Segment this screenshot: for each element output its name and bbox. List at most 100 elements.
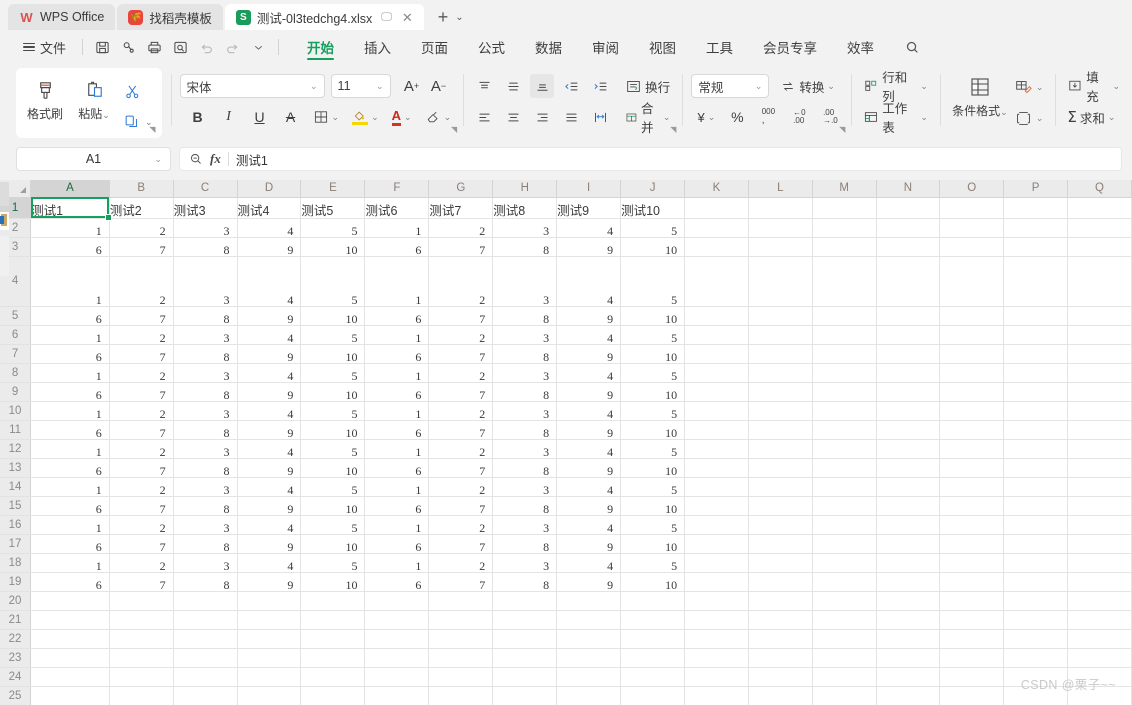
- cell-empty[interactable]: [876, 553, 941, 573]
- cell-D3[interactable]: 9: [237, 237, 302, 257]
- cell-G18[interactable]: 2: [428, 553, 494, 573]
- cell-empty[interactable]: [876, 667, 941, 687]
- cell-A3[interactable]: 6: [30, 237, 110, 257]
- cell-G13[interactable]: 7: [428, 458, 494, 478]
- cell-empty[interactable]: [1067, 572, 1132, 592]
- cell-C6[interactable]: 3: [173, 325, 238, 345]
- file-menu-button[interactable]: 文件: [14, 38, 75, 57]
- cell-B5[interactable]: 7: [109, 306, 174, 326]
- cell-empty[interactable]: [876, 420, 941, 440]
- row-header-12[interactable]: 12: [0, 439, 32, 459]
- cell-empty[interactable]: [939, 572, 1005, 592]
- cell-I10[interactable]: 4: [556, 401, 622, 421]
- cell-empty[interactable]: [812, 686, 877, 705]
- cell-F6[interactable]: 1: [364, 325, 430, 345]
- cell-I8[interactable]: 4: [556, 363, 622, 383]
- merge-cells-button[interactable]: 合并 ⌄: [622, 102, 673, 135]
- cell-F12[interactable]: 1: [364, 439, 430, 459]
- cell-F10[interactable]: 1: [364, 401, 430, 421]
- cell-empty[interactable]: [876, 648, 941, 668]
- cell-empty[interactable]: [1003, 401, 1068, 421]
- cell-F8[interactable]: 1: [364, 363, 430, 383]
- cell-empty[interactable]: [364, 629, 430, 649]
- cell-empty[interactable]: [428, 629, 494, 649]
- tab-insert[interactable]: 插入: [349, 32, 406, 62]
- cell-empty[interactable]: [364, 591, 430, 611]
- cell-A12[interactable]: 1: [30, 439, 110, 459]
- cell-A15[interactable]: 6: [30, 496, 110, 516]
- cell-empty[interactable]: [109, 686, 174, 705]
- cell-empty[interactable]: [876, 382, 941, 402]
- new-tab-icon[interactable]: +: [438, 8, 449, 26]
- cell-empty[interactable]: [684, 686, 749, 705]
- cell-empty[interactable]: [812, 401, 877, 421]
- cell-empty[interactable]: [939, 382, 1005, 402]
- cell-empty[interactable]: [364, 648, 430, 668]
- cell-empty[interactable]: [556, 610, 622, 630]
- chevron-down-icon[interactable]: ⌄: [154, 154, 162, 165]
- cell-C4[interactable]: 3: [173, 256, 238, 307]
- cell-C11[interactable]: 8: [173, 420, 238, 440]
- align-left-button[interactable]: [472, 105, 496, 129]
- cell-empty[interactable]: [684, 218, 749, 238]
- cell-I3[interactable]: 9: [556, 237, 622, 257]
- cell-empty[interactable]: [684, 610, 749, 630]
- spreadsheet-grid[interactable]: ABCDEFGHIJKLMNOPQ 1 测试1 测试2 测试3 测试4 测试5 测试6 测试7…: [0, 180, 1132, 705]
- cell-H18[interactable]: 3: [492, 553, 558, 573]
- cell-H6[interactable]: 3: [492, 325, 558, 345]
- cell-I2[interactable]: 4: [556, 218, 622, 238]
- left-edge-panel-stub[interactable]: [0, 180, 9, 300]
- cell-E4[interactable]: 5: [300, 256, 366, 307]
- cell-empty[interactable]: [428, 648, 494, 668]
- row-header-19[interactable]: 19: [0, 572, 32, 592]
- cell-J1[interactable]: 测试10: [620, 197, 686, 219]
- conditional-format-button[interactable]: 条件格式⌄: [949, 68, 1011, 119]
- cell-G11[interactable]: 7: [428, 420, 494, 440]
- cell-I4[interactable]: 4: [556, 256, 622, 307]
- tab-review[interactable]: 审阅: [577, 32, 634, 62]
- cell-E8[interactable]: 5: [300, 363, 366, 383]
- cell-B7[interactable]: 7: [109, 344, 174, 364]
- cell-F9[interactable]: 6: [364, 382, 430, 402]
- cell-empty[interactable]: [684, 515, 749, 535]
- tab-page[interactable]: 页面: [406, 32, 463, 62]
- cell-empty[interactable]: [1067, 218, 1132, 238]
- cell-empty[interactable]: [748, 553, 813, 573]
- cell-empty[interactable]: [1003, 256, 1068, 307]
- convert-button[interactable]: 转换 ⌄: [777, 74, 838, 98]
- cell-empty[interactable]: [173, 610, 238, 630]
- cell-D7[interactable]: 9: [237, 344, 302, 364]
- cell-empty[interactable]: [1067, 534, 1132, 554]
- chevron-down-icon[interactable]: ⌄: [455, 12, 463, 23]
- cell-B4[interactable]: 2: [109, 256, 174, 307]
- cloud-sync-icon[interactable]: [116, 35, 141, 59]
- cell-empty[interactable]: [876, 458, 941, 478]
- cell-empty[interactable]: [812, 572, 877, 592]
- cell-empty[interactable]: [1003, 477, 1068, 497]
- rows-columns-button[interactable]: 行和列 ⌄: [860, 71, 930, 104]
- column-header-b[interactable]: B: [109, 180, 174, 198]
- cell-empty[interactable]: [939, 458, 1005, 478]
- cell-empty[interactable]: [876, 591, 941, 611]
- cell-D14[interactable]: 4: [237, 477, 302, 497]
- cell-C3[interactable]: 8: [173, 237, 238, 257]
- cell-empty[interactable]: [812, 256, 877, 307]
- italic-button[interactable]: I: [217, 105, 241, 129]
- align-top-button[interactable]: [472, 74, 496, 98]
- cell-empty[interactable]: [1067, 363, 1132, 383]
- present-monitor-icon[interactable]: 🖵: [381, 11, 392, 24]
- cell-empty[interactable]: [1067, 591, 1132, 611]
- tab-data[interactable]: 数据: [520, 32, 577, 62]
- cell-empty[interactable]: [173, 629, 238, 649]
- cell-empty[interactable]: [684, 237, 749, 257]
- cell-J13[interactable]: 10: [620, 458, 686, 478]
- cell-G6[interactable]: 2: [428, 325, 494, 345]
- cell-D18[interactable]: 4: [237, 553, 302, 573]
- cell-A10[interactable]: 1: [30, 401, 110, 421]
- tab-wps-office[interactable]: W WPS Office: [8, 4, 116, 30]
- cell-empty[interactable]: [876, 629, 941, 649]
- fill-color-button[interactable]: ⌄: [349, 105, 382, 129]
- cell-J5[interactable]: 10: [620, 306, 686, 326]
- tab-efficiency[interactable]: 效率: [832, 32, 889, 62]
- cell-F13[interactable]: 6: [364, 458, 430, 478]
